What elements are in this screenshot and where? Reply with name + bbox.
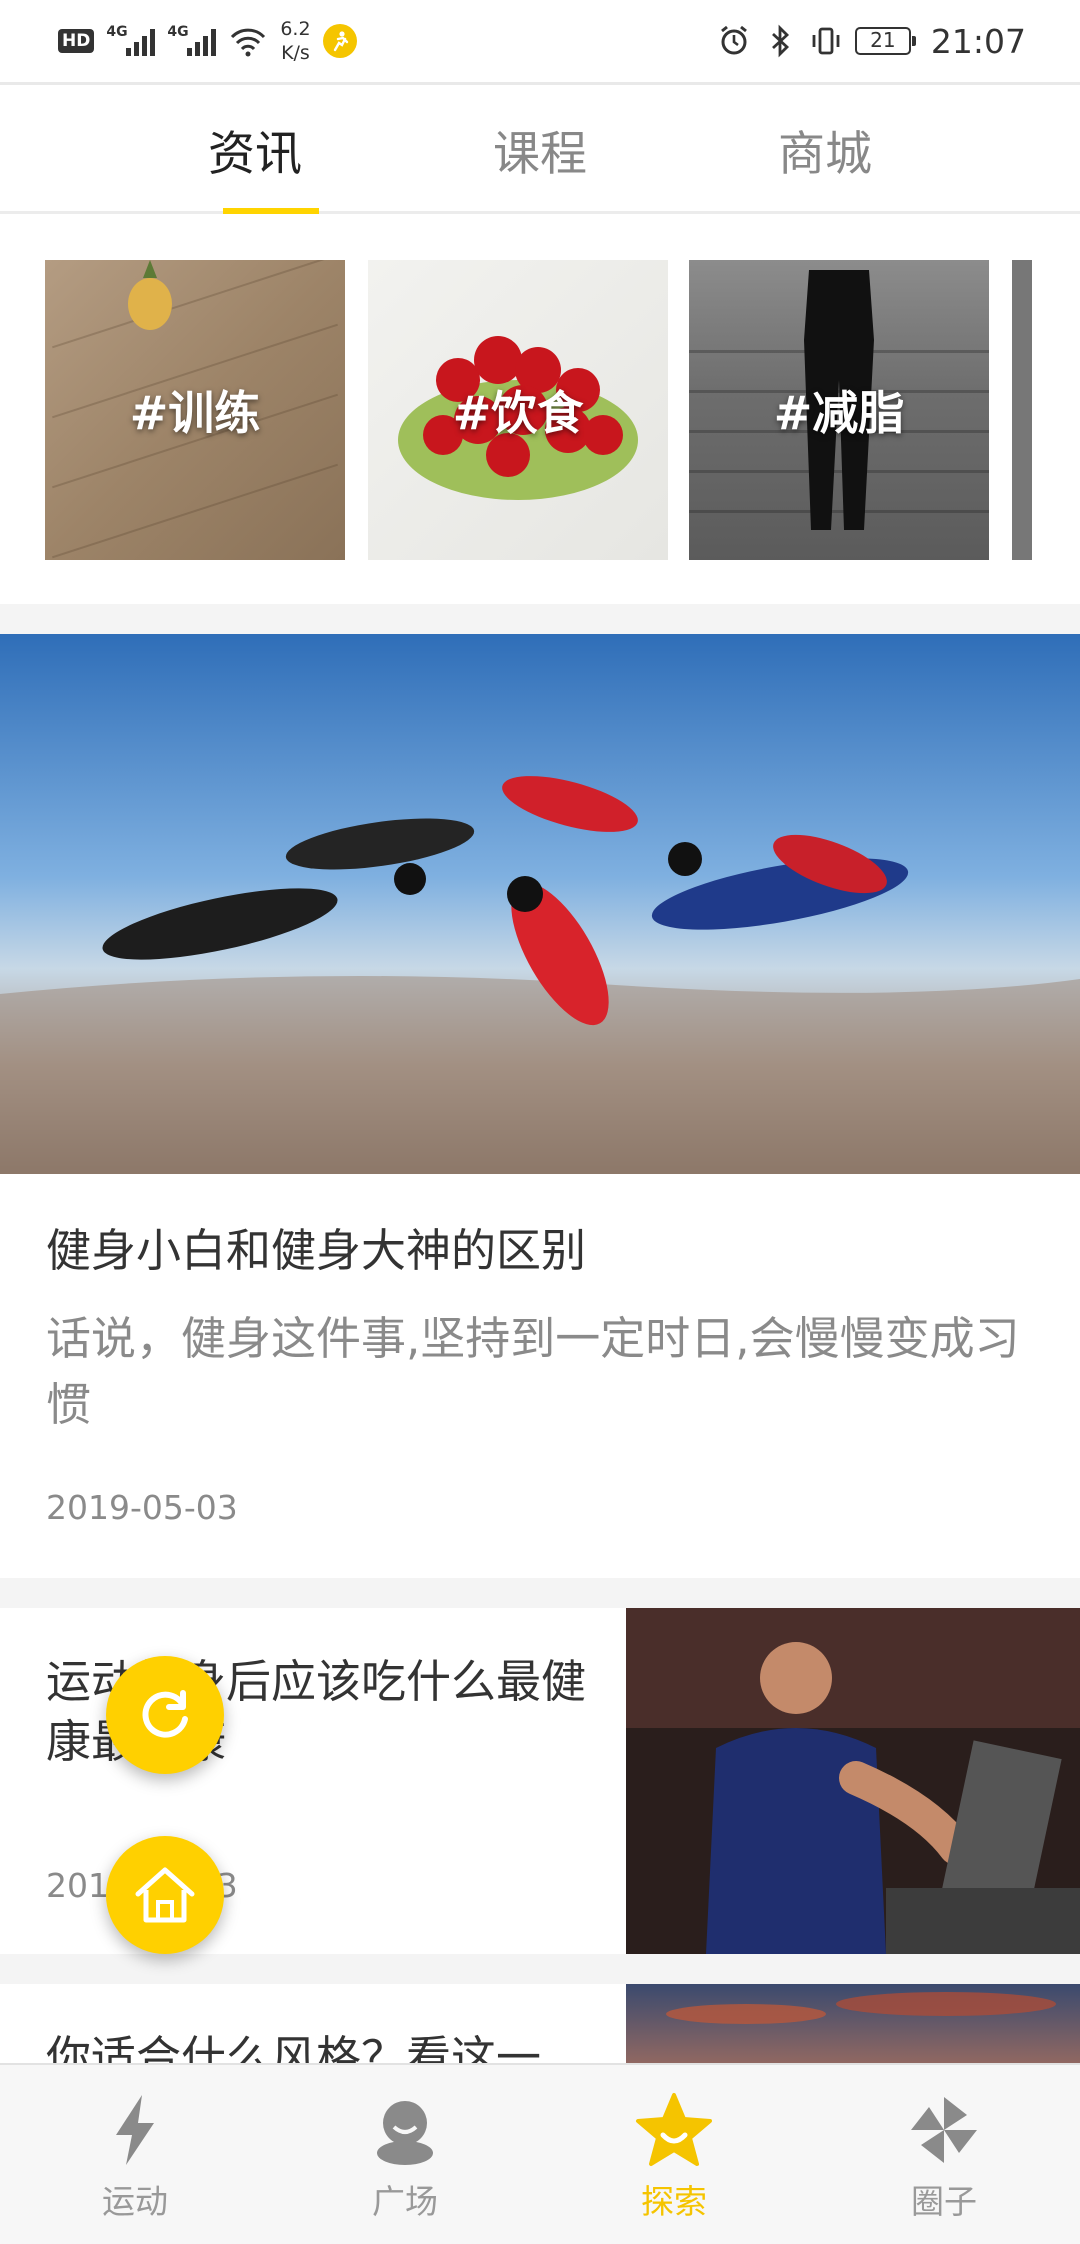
category-label: #饮食 (452, 386, 584, 440)
clock: 21:07 (930, 21, 1026, 61)
nav-sport[interactable]: 运动 (55, 2091, 215, 2223)
cell-signal-icon-2: 4G (167, 24, 217, 56)
top-tab-bar: 资讯 课程 商城 (0, 82, 1080, 217)
article-thumbnail (626, 1608, 1080, 1954)
refresh-icon (142, 1690, 188, 1738)
category-next-peek[interactable] (1012, 260, 1032, 560)
alarm-icon (720, 25, 747, 55)
category-carousel: #训练 #饮食 #减脂 (0, 214, 1080, 604)
nav-explore[interactable]: 探索 (594, 2091, 754, 2223)
nav-circle[interactable]: 圈子 (864, 2091, 1024, 2223)
status-left: HD 4G 4G 6.2 K/s (58, 17, 357, 65)
nav-label: 广场 (372, 2182, 438, 2221)
category-training[interactable]: #训练 (45, 260, 345, 560)
lightning-icon (116, 2095, 154, 2165)
nav-square[interactable]: 广场 (325, 2091, 485, 2223)
refresh-button[interactable] (106, 1656, 224, 1774)
network-speed: 6.2 K/s (280, 18, 311, 64)
category-fat-loss[interactable]: #减脂 (689, 260, 989, 560)
category-label: #减脂 (773, 386, 905, 440)
community-icon (377, 2101, 433, 2165)
vibrate-icon (812, 27, 840, 55)
featured-date: 2019-05-03 (46, 1488, 238, 1527)
cell-signal-icon: 4G (106, 24, 156, 56)
home-icon (135, 1867, 195, 1923)
nav-label: 运动 (102, 2182, 168, 2221)
category-diet[interactable]: #饮食 (368, 260, 668, 560)
pineapple-icon (128, 260, 172, 330)
wifi-icon (231, 28, 266, 57)
nav-label: 探索 (641, 2182, 707, 2221)
featured-title: 健身小白和健身大神的区别 (46, 1224, 587, 1277)
category-label: #训练 (129, 386, 261, 440)
nav-label: 圈子 (911, 2182, 977, 2221)
status-bar: HD 4G 4G 6.2 K/s 21 21:07 (0, 0, 1080, 82)
battery-icon: 21 (854, 27, 916, 55)
status-right: 21 21:07 (717, 22, 1026, 61)
hd-badge: HD (58, 29, 95, 53)
featured-article[interactable]: 健身小白和健身大神的区别 话说，健身这件事,坚持到一定时日,会慢慢变成习惯 20… (0, 634, 1080, 1578)
featured-description: 话说，健身这件事,坚持到一定时日,会慢慢变成习惯 (46, 1312, 1020, 1431)
home-button[interactable] (106, 1836, 224, 1954)
tab-news[interactable]: 资讯 (175, 115, 335, 217)
tab-courses[interactable]: 课程 (460, 115, 620, 215)
running-app-icon (322, 24, 357, 58)
tab-store[interactable]: 商城 (745, 115, 905, 215)
featured-image (0, 634, 1080, 1174)
bluetooth-icon (771, 24, 789, 58)
bottom-navigation: 运动 广场 探索 圈子 (0, 2063, 1080, 2244)
pinwheel-icon (911, 2097, 977, 2163)
star-icon (636, 2093, 712, 2166)
